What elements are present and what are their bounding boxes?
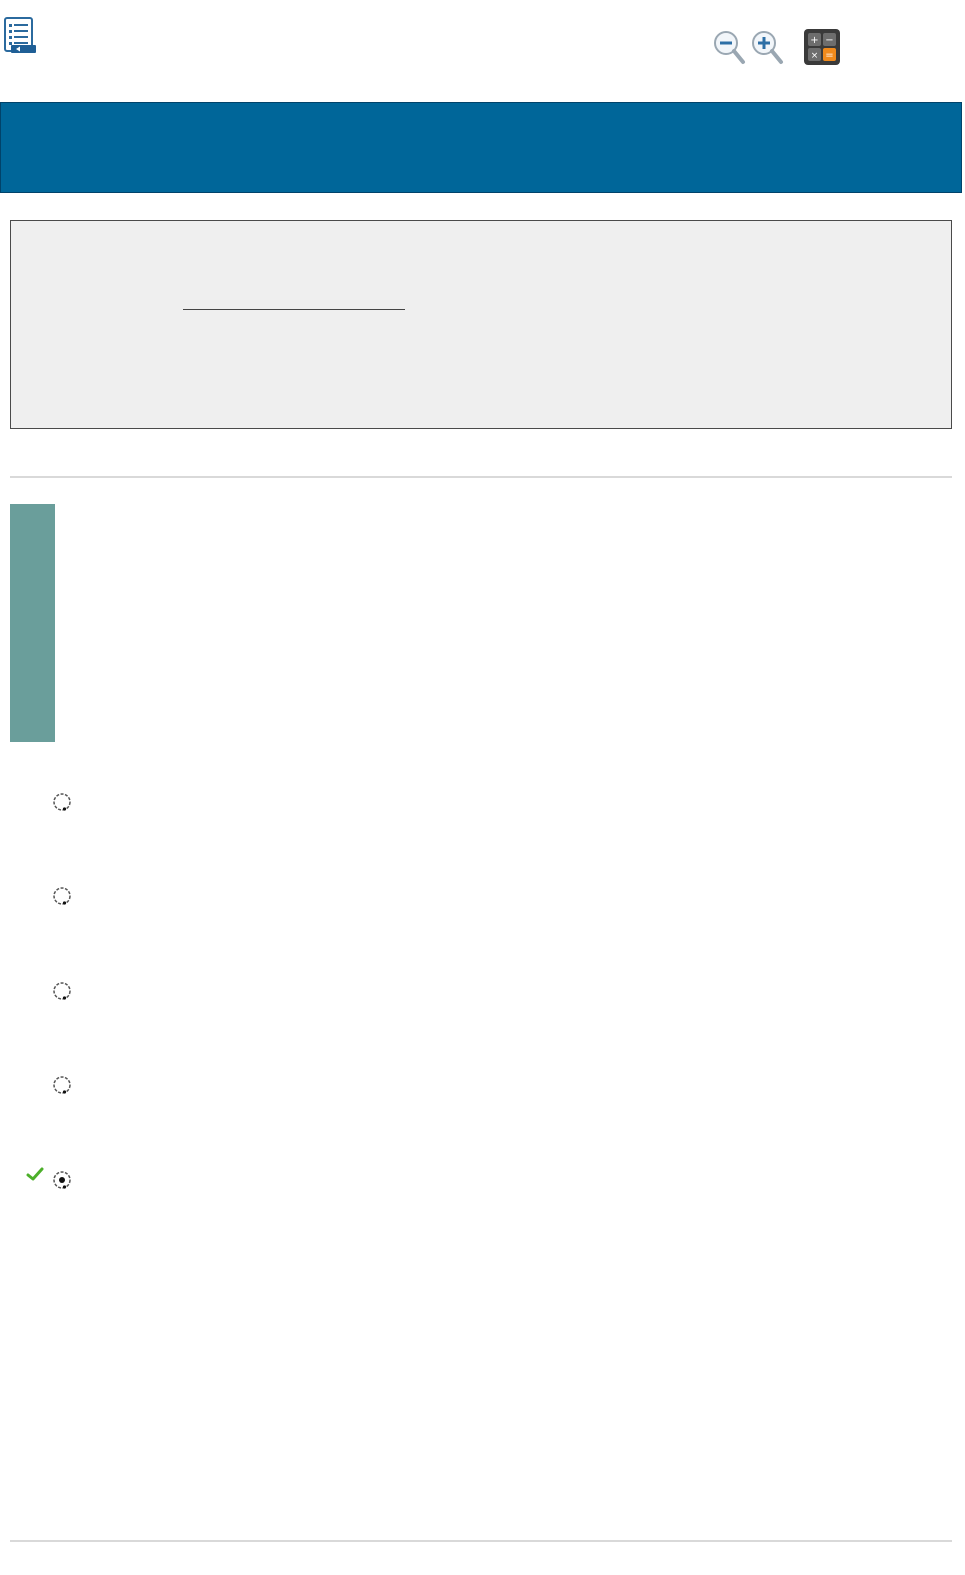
svg-text:=: =	[825, 50, 833, 61]
radio-button[interactable]	[52, 886, 72, 906]
answer-option-a[interactable]	[20, 782, 920, 822]
stimulus-panel	[10, 220, 952, 429]
question-number-tab	[10, 504, 55, 742]
radio-button[interactable]	[52, 981, 72, 1001]
radio-button-selected[interactable]	[52, 1170, 72, 1190]
divider	[10, 476, 952, 478]
zoom-out-icon[interactable]	[712, 29, 746, 65]
answer-option-d[interactable]	[20, 1065, 920, 1105]
radio-button[interactable]	[52, 792, 72, 812]
answer-option-b[interactable]	[20, 876, 920, 916]
table-of-contents-icon[interactable]	[3, 17, 36, 55]
calculator-icon[interactable]: + − × =	[803, 28, 841, 66]
svg-text:+: +	[810, 35, 818, 46]
svg-text:−: −	[825, 35, 833, 46]
divider	[10, 1540, 952, 1542]
zoom-in-icon[interactable]	[750, 29, 784, 65]
radio-button[interactable]	[52, 1075, 72, 1095]
answer-option-c[interactable]	[20, 971, 920, 1011]
header-bar	[0, 102, 962, 193]
svg-text:×: ×	[811, 51, 819, 61]
correct-check-icon	[26, 1167, 44, 1181]
fill-in-blank-line	[183, 309, 405, 310]
answer-option-e[interactable]	[20, 1160, 920, 1200]
